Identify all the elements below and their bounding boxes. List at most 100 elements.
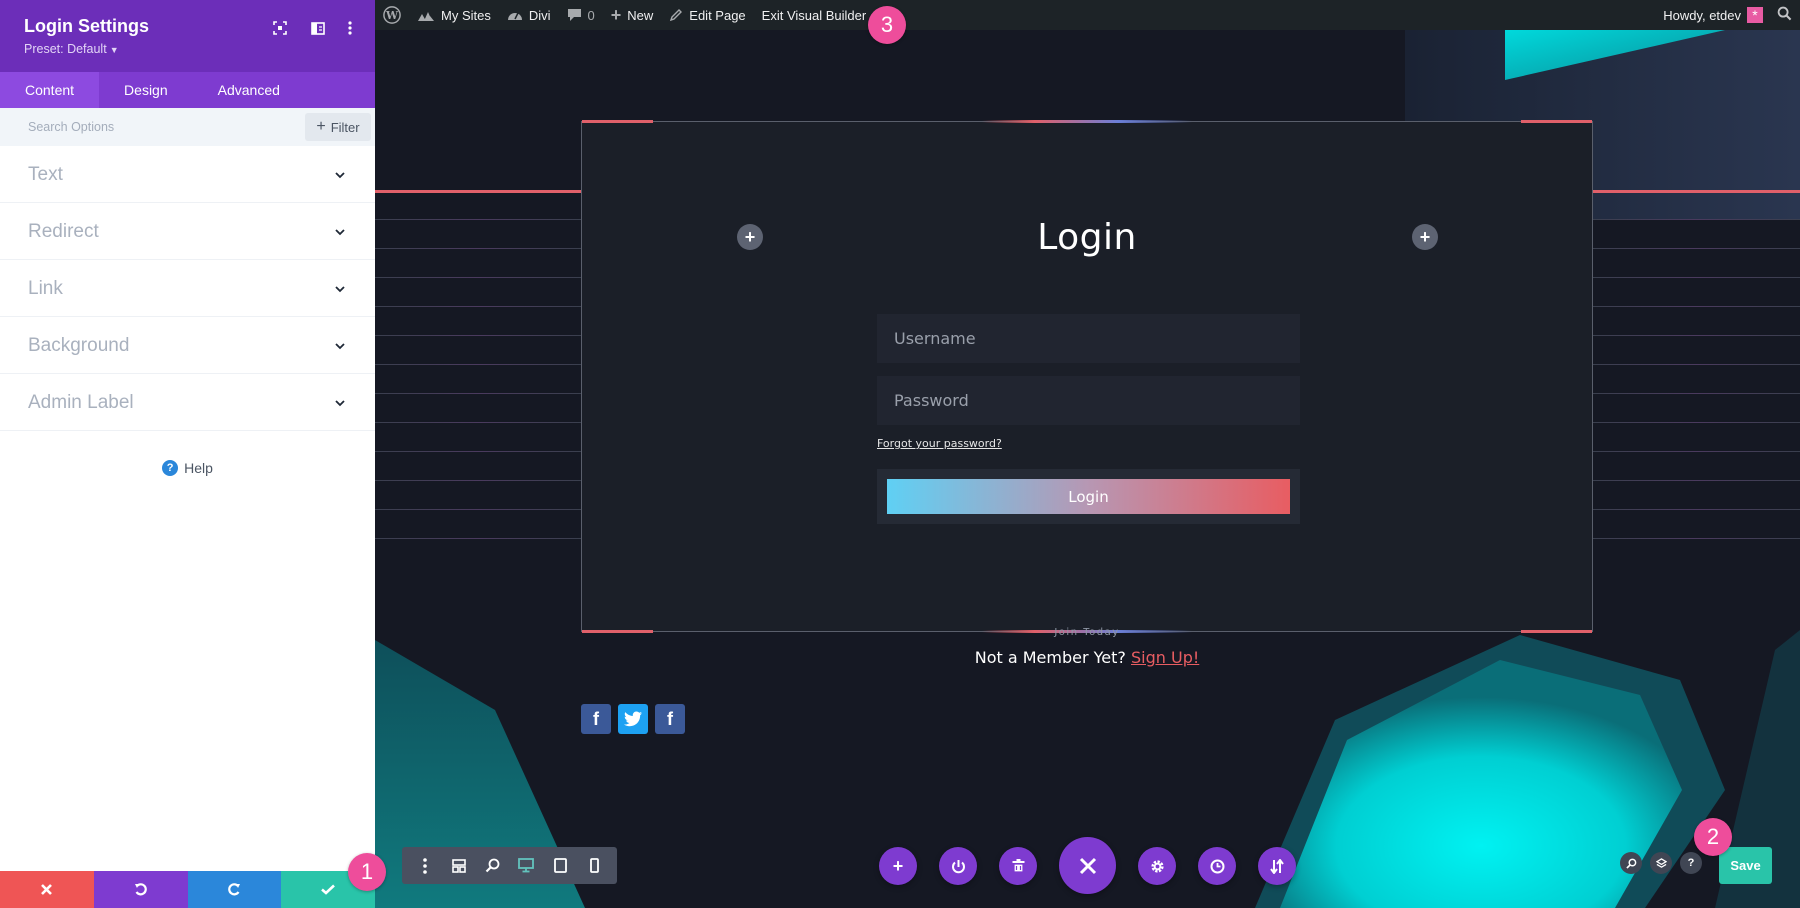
bg-stripe (375, 335, 581, 336)
bg-stripe (375, 364, 581, 365)
option-group-toggle[interactable]: Link (0, 260, 375, 317)
edit-page-label: Edit Page (689, 7, 746, 23)
portability-button[interactable] (939, 847, 977, 885)
bg-stripe (375, 306, 581, 307)
option-group-toggle[interactable]: Redirect (0, 203, 375, 260)
option-group-toggle[interactable]: Admin Label (0, 374, 375, 431)
username-input[interactable] (877, 314, 1300, 363)
sort-arrows-icon (1270, 858, 1284, 874)
twitter-button[interactable] (618, 704, 648, 734)
search-options-input[interactable] (0, 108, 300, 146)
divi-visual-builder: + + Login Forgot your password? Login Jo… (0, 0, 1800, 908)
help-button[interactable]: ? (1680, 852, 1702, 874)
redo-button[interactable] (187, 871, 282, 908)
phone-view-icon[interactable] (583, 855, 605, 877)
zoom-icon[interactable] (482, 855, 504, 877)
panel-tabs: Content Design Advanced (0, 72, 375, 108)
facebook-button[interactable]: f (655, 704, 685, 734)
more-options-icon[interactable] (340, 18, 360, 38)
facebook-button[interactable]: f (581, 704, 611, 734)
search-icon[interactable] (1777, 6, 1792, 24)
my-sites-label: My Sites (441, 7, 491, 23)
history-button[interactable] (1198, 847, 1236, 885)
option-group-toggle[interactable]: Text (0, 146, 375, 203)
redo-icon (228, 882, 241, 895)
login-module[interactable]: + + Login Forgot your password? Login (581, 120, 1593, 633)
account-menu[interactable]: Howdy, etdev * (1663, 7, 1763, 23)
filter-button[interactable]: + Filter (305, 113, 371, 141)
more-options-icon[interactable] (414, 855, 436, 877)
discard-changes-button[interactable] (0, 871, 94, 908)
annotation-badge-1: 1 (348, 853, 386, 891)
bg-stripe (375, 219, 581, 220)
avatar: * (1747, 7, 1763, 23)
svg-text:W: W (385, 9, 399, 22)
desktop-view-icon[interactable] (515, 855, 537, 877)
edit-page-link[interactable]: Edit Page (661, 0, 753, 30)
annotation-badge-3: 3 (868, 6, 906, 44)
power-icon (951, 859, 965, 873)
search-options-row: + Filter (0, 108, 375, 146)
close-icon (41, 884, 53, 895)
signup-link[interactable]: Sign Up! (1131, 648, 1199, 667)
new-content-menu[interactable]: + New (603, 0, 662, 30)
save-page-button[interactable]: Save (1719, 847, 1772, 884)
option-group-label: Redirect (28, 221, 99, 242)
plus-icon: + (610, 4, 622, 25)
wordpress-logo-button[interactable]: W (375, 0, 409, 30)
find-replace-button[interactable] (1620, 852, 1642, 874)
bg-stripe (375, 451, 581, 452)
forgot-password-link[interactable]: Forgot your password? (877, 437, 1002, 450)
layers-button[interactable] (1650, 852, 1672, 874)
panel-title: Login Settings (24, 16, 149, 36)
bg-stripe (1593, 451, 1800, 452)
add-module-button[interactable]: + (879, 847, 917, 885)
expand-modal-icon[interactable] (270, 18, 290, 38)
close-settings-button[interactable] (1059, 837, 1116, 894)
wireframe-view-icon[interactable] (448, 855, 470, 877)
exit-visual-builder-link[interactable]: Exit Visual Builder (754, 0, 875, 30)
login-button-wrapper: Login (877, 469, 1300, 524)
login-button[interactable]: Login (887, 479, 1290, 514)
divi-menu[interactable]: Divi (499, 0, 559, 30)
tab-advanced[interactable]: Advanced (193, 72, 305, 108)
trash-icon (1012, 859, 1024, 873)
comments-menu[interactable]: 0 (559, 0, 603, 30)
question-circle-icon: ? (162, 460, 179, 476)
password-input[interactable] (877, 376, 1300, 425)
option-group-label: Link (28, 278, 63, 299)
signup-text: Not a Member Yet? (974, 648, 1126, 667)
responsive-zoom-button[interactable] (1258, 847, 1296, 885)
facebook-icon: f (593, 708, 599, 729)
option-groups: Text Redirect Link Background Admin Label (0, 146, 375, 431)
admin-bar-right: Howdy, etdev * (1663, 0, 1792, 30)
panel-footer-actions (0, 871, 375, 908)
layers-icon (1655, 857, 1667, 868)
clear-layout-button[interactable] (999, 847, 1037, 885)
twitter-icon (624, 711, 642, 727)
option-group-label: Text (28, 164, 63, 185)
option-group-label: Admin Label (28, 392, 134, 413)
help-link[interactable]: ? Help (0, 460, 375, 476)
wp-admin-bar: W My Sites Divi 0 + New Edit Page Exit V… (375, 0, 1800, 30)
bg-stripe (1593, 393, 1800, 394)
bg-stripe (1593, 422, 1800, 423)
caret-down-icon: ▼ (109, 45, 119, 55)
preset-selector[interactable]: Preset: Default ▼ (24, 42, 119, 56)
clock-icon (1210, 859, 1224, 873)
option-group-toggle[interactable]: Background (0, 317, 375, 374)
tab-design[interactable]: Design (99, 72, 193, 108)
bg-stripe (375, 248, 581, 249)
chevron-down-icon (335, 343, 345, 350)
plus-icon: + (316, 118, 326, 135)
tab-content[interactable]: Content (0, 72, 100, 108)
page-settings-button[interactable] (1138, 847, 1176, 885)
my-sites-menu[interactable]: My Sites (409, 0, 499, 30)
bg-stripe (375, 509, 581, 510)
tablet-view-icon[interactable] (549, 855, 571, 877)
undo-button[interactable] (93, 871, 188, 908)
preset-label: Preset: Default (24, 42, 107, 56)
filter-label: Filter (330, 119, 360, 135)
snap-sidebar-icon[interactable] (308, 18, 328, 38)
wordpress-icon: W (383, 6, 401, 24)
